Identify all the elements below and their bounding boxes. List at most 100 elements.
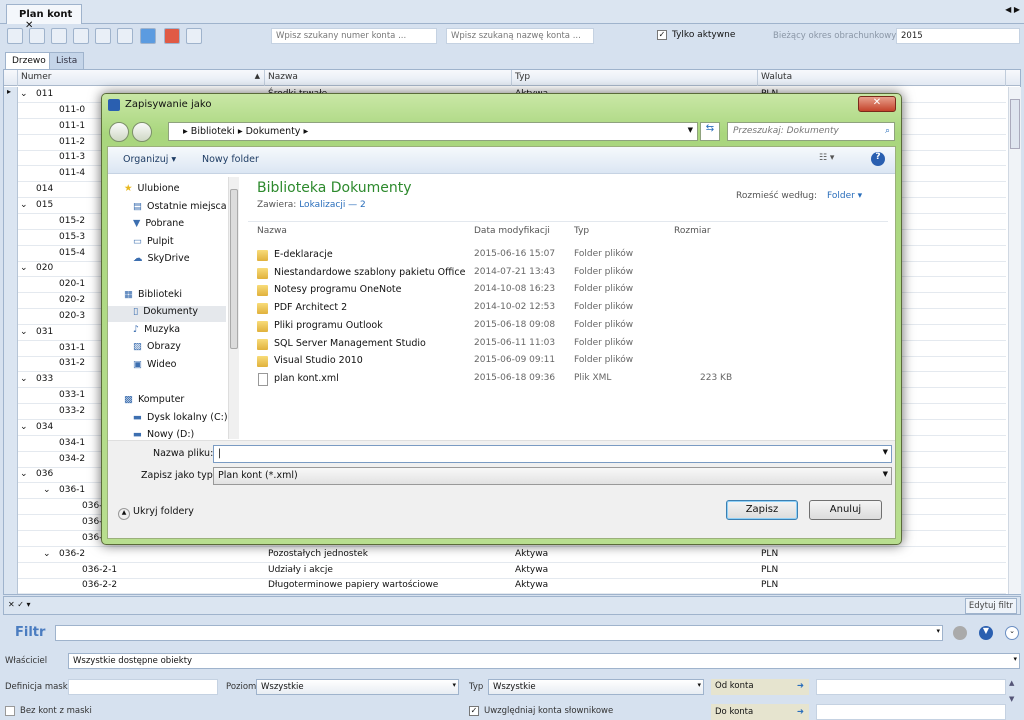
tab-scroll-arrows[interactable]: ◀ ▶ — [1005, 5, 1020, 14]
file-list-item[interactable]: SQL Server Management Studio 2015-06-11 1… — [257, 337, 897, 353]
gear-icon[interactable] — [953, 626, 967, 640]
grid-scrollbar[interactable] — [1008, 87, 1021, 594]
tab-plan-kont[interactable]: Plan kont ✕ — [6, 4, 82, 31]
include-dict-checkbox[interactable]: ✓ — [469, 706, 479, 716]
hide-folders-button[interactable]: ▲ Ukryj foldery — [118, 506, 194, 520]
expand-icon[interactable]: ⌄ — [20, 374, 28, 384]
cancel-button[interactable]: Anuluj — [809, 500, 882, 520]
organize-menu[interactable]: Organizuj ▾ — [123, 154, 176, 165]
nav-scrollbar[interactable] — [228, 177, 239, 439]
account-name: Pozostałych jednostek — [268, 548, 368, 559]
nav-item[interactable]: ▦ Biblioteki — [124, 289, 182, 300]
address-bar[interactable]: ▸ Biblioteki ▸ Dokumenty ▸ ▼ — [168, 122, 698, 141]
filter-scrollbar[interactable]: ▲ ▼ — [1009, 679, 1021, 719]
edit-filter-button[interactable]: Edytuj filtr — [964, 598, 1017, 614]
new-folder-button[interactable]: Nowy folder — [202, 154, 259, 165]
nav-item[interactable]: ▬ Dysk lokalny (C:) — [133, 412, 228, 423]
column-nazwa[interactable]: Nazwa — [265, 70, 512, 86]
expand-icon[interactable]: ⌄ — [20, 469, 28, 479]
from-account-button[interactable]: Od konta ➜ — [711, 679, 809, 695]
to-account-input[interactable] — [816, 704, 1006, 720]
nav-item[interactable]: ♪ Muzyka — [133, 324, 180, 335]
expand-icon[interactable]: ⌄ — [20, 422, 28, 432]
refresh-icon[interactable]: ⇆ — [700, 122, 720, 141]
export-icon[interactable] — [186, 28, 202, 44]
row-indicator — [4, 197, 18, 214]
close-button[interactable]: ✕ — [858, 96, 896, 112]
file-list-item[interactable]: Pliki programu Outlook 2015-06-18 09:08 Fo… — [257, 319, 897, 335]
filename-input[interactable]: | ▼ — [213, 445, 892, 463]
scroll-thumb[interactable] — [1010, 99, 1020, 149]
copy-account-icon[interactable] — [51, 28, 67, 44]
file-list-item[interactable]: Notesy programu OneNote 2014-10-08 16:23 F… — [257, 283, 897, 299]
nav-item[interactable]: ▯ Dokumenty — [108, 306, 226, 323]
save-button[interactable]: Zapisz — [726, 500, 798, 520]
nav-item[interactable]: ▤ Ostatnie miejsca — [133, 201, 227, 212]
filetype-select[interactable]: Plan kont (*.xml) ▼ — [213, 467, 892, 485]
add-account-icon[interactable] — [7, 28, 23, 44]
tab-drzewo[interactable]: Drzewo — [5, 52, 53, 69]
nav-item[interactable]: ▬ Nowy (D:) — [133, 429, 194, 440]
expand-icon[interactable]: ⌄ — [20, 89, 28, 99]
breadcrumb-biblioteki[interactable]: Biblioteki — [191, 126, 235, 137]
no-mask-checkbox[interactable] — [5, 706, 15, 716]
table-row[interactable]: 036-2-2 Długoterminowe papiery wartościow… — [4, 578, 1006, 595]
refresh-icon[interactable] — [140, 28, 156, 44]
expand-icon[interactable]: ⌄ — [20, 263, 28, 273]
delete-icon[interactable] — [164, 28, 180, 44]
expand-icon[interactable]: ⌄ — [43, 485, 51, 495]
filter-input[interactable]: ▾ — [55, 625, 943, 641]
add-sub-account-icon[interactable] — [29, 28, 45, 44]
mask-input[interactable] — [68, 679, 218, 695]
expand-icon[interactable]: ⌄ — [43, 549, 51, 559]
nav-item[interactable]: ▨ Obrazy — [133, 341, 181, 352]
expand-icon[interactable]: ⌄ — [20, 327, 28, 337]
table-row[interactable]: ⌄ 036-2 Pozostałych jednostek Aktywa PLN — [4, 546, 1006, 563]
level-select[interactable]: Wszystkie ▾ — [256, 679, 459, 695]
nav-item[interactable]: ▣ Wideo — [133, 359, 177, 370]
nav-item[interactable]: ▼ Pobrane — [133, 218, 184, 229]
nav-item[interactable]: ☁ SkyDrive — [133, 253, 190, 264]
column-typ[interactable]: Typ — [512, 70, 758, 86]
back-button[interactable] — [109, 122, 129, 142]
search-name-input[interactable] — [446, 28, 594, 44]
only-active-checkbox[interactable]: ✓ — [657, 30, 667, 40]
column-waluta[interactable]: Waluta — [758, 70, 1006, 86]
arrange-dropdown[interactable]: Folder ▾ — [827, 191, 862, 201]
table-row[interactable]: 036-2-1 Udziały i akcje Aktywa PLN — [4, 562, 1006, 579]
locations-link[interactable]: Lokalizacji — 2 — [299, 200, 366, 210]
forward-button[interactable] — [132, 122, 152, 142]
column-size[interactable]: Rozmiar — [674, 226, 711, 236]
period-input[interactable] — [896, 28, 1020, 44]
file-list-item[interactable]: E-deklaracje 2015-06-16 15:07 Folder plikó… — [257, 248, 897, 264]
column-name[interactable]: Nazwa — [257, 226, 287, 236]
expand-icon[interactable]: ⌄ — [1005, 626, 1019, 640]
file-list-item[interactable]: Visual Studio 2010 2015-06-09 09:11 Folder… — [257, 354, 897, 370]
nav-item[interactable]: ▩ Komputer — [124, 394, 184, 405]
funnel-icon[interactable]: ▼ — [979, 626, 993, 640]
expand-icon[interactable]: ⌄ — [20, 200, 28, 210]
column-numer[interactable]: Numer ▲ — [18, 70, 265, 86]
owner-select[interactable]: Wszystkie dostępne obiekty ▾ — [68, 653, 1020, 669]
column-date[interactable]: Data modyfikacji — [474, 226, 550, 236]
to-account-button[interactable]: Do konta ➜ — [711, 704, 809, 720]
help-icon[interactable]: ? — [871, 152, 885, 166]
view-options-icon[interactable]: ☷ ▾ — [819, 153, 834, 163]
search-dialog-input[interactable]: Przeszukaj: Dokumenty ⌕ — [727, 122, 895, 141]
file-list-item[interactable]: Niestandardowe szablony pakietu Office 20… — [257, 266, 897, 282]
tab-lista[interactable]: Lista — [49, 52, 85, 69]
breadcrumb-dokumenty[interactable]: Dokumenty — [246, 126, 301, 137]
column-type[interactable]: Typ — [574, 226, 589, 236]
file-list-item[interactable]: plan kont.xml 2015-06-18 09:36 Plik XML 223… — [257, 372, 897, 388]
type-select[interactable]: Wszystkie ▾ — [488, 679, 704, 695]
file-list-item[interactable]: PDF Architect 2 2014-10-02 12:53 Folder pl… — [257, 301, 897, 317]
clear-filter-icon[interactable]: ✕ ✓ ▾ — [8, 600, 31, 609]
edit-account-icon[interactable] — [73, 28, 89, 44]
nav-item[interactable]: ★ Ulubione — [124, 183, 180, 194]
sum-icon[interactable] — [117, 28, 133, 44]
chevron-down-icon[interactable]: ▼ — [688, 126, 693, 134]
disabled-icon[interactable] — [95, 28, 111, 44]
search-number-input[interactable] — [271, 28, 437, 44]
from-account-input[interactable] — [816, 679, 1006, 695]
nav-item[interactable]: ▭ Pulpit — [133, 236, 174, 247]
